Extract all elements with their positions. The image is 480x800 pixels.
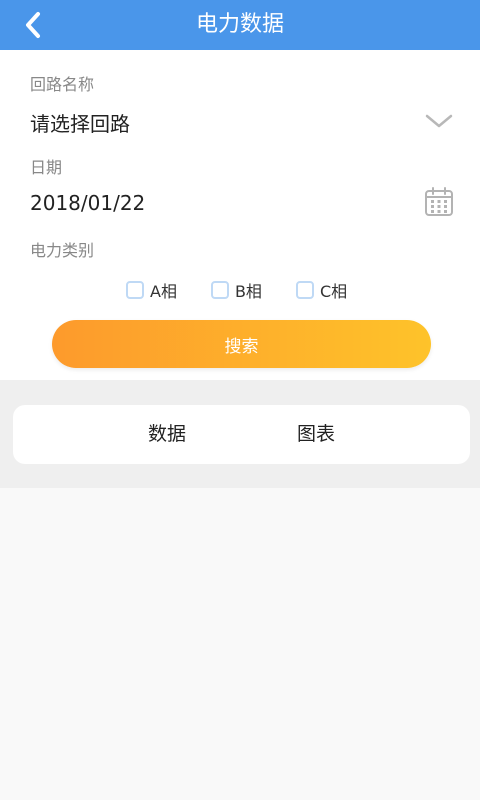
date-field[interactable]: 2018/01/22: [30, 191, 145, 215]
loop-label: 回路名称: [30, 75, 95, 94]
checkbox-label: B相: [234, 282, 262, 301]
search-button[interactable]: 搜索: [52, 320, 431, 368]
checkbox-box[interactable]: [295, 281, 314, 299]
phase-checkbox-group: A相 B相 C相: [126, 278, 347, 302]
chevron-down-icon[interactable]: [424, 111, 454, 131]
checkbox-label: C相: [319, 282, 348, 301]
app-header: 电力数据: [0, 0, 480, 50]
checkbox-phase-b[interactable]: B相: [210, 278, 262, 302]
checkbox-box[interactable]: [126, 281, 144, 299]
checkbox-box[interactable]: [210, 281, 229, 299]
checkbox-label: A相: [150, 282, 177, 301]
calendar-icon[interactable]: [424, 187, 454, 217]
checkbox-phase-a[interactable]: A相: [126, 278, 177, 302]
checkbox-phase-c[interactable]: C相: [295, 278, 348, 302]
search-form: 回路名称 请选择回路 日期 2018/01/22 电力类别 A相 B相 C相 搜…: [0, 50, 480, 380]
tab-data[interactable]: 数据: [148, 405, 186, 464]
date-label: 日期: [30, 158, 63, 177]
results-area: [0, 488, 480, 800]
loop-select[interactable]: 请选择回路: [30, 108, 130, 137]
tab-bar: 数据 图表: [13, 405, 470, 464]
tab-chart[interactable]: 图表: [297, 405, 335, 464]
type-label: 电力类别: [30, 241, 95, 260]
page-title: 电力数据: [195, 12, 284, 37]
tabs-section: 数据 图表: [0, 380, 480, 488]
